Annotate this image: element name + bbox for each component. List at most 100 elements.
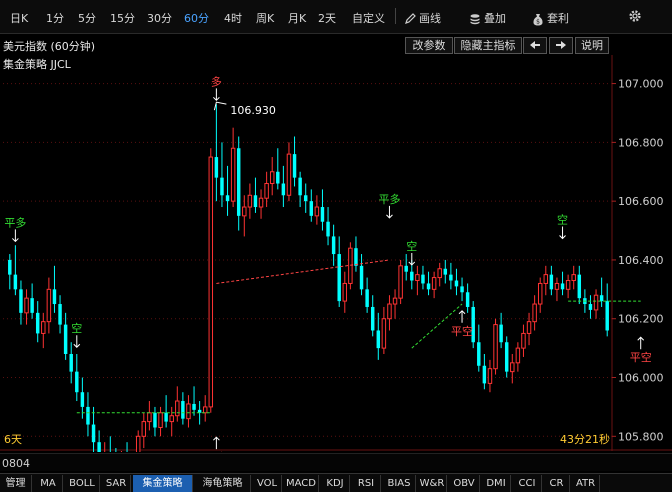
svg-text:$: $ [536, 18, 540, 25]
candle-body [135, 435, 141, 452]
candle-body [565, 280, 571, 290]
scroll-left-button[interactable] [523, 37, 547, 54]
candle-body [247, 194, 253, 208]
signal-arrow-down [386, 205, 393, 219]
candle-body [286, 153, 292, 196]
tab-4[interactable]: 集金策略 [133, 475, 193, 492]
candle-body [52, 289, 57, 305]
candle-body [175, 400, 180, 417]
range-label: 6天 [4, 433, 22, 446]
arbitrage-button[interactable]: $ 套利 [532, 10, 569, 26]
tab-10[interactable]: BIAS [383, 475, 416, 492]
candle-body [46, 288, 52, 323]
period-4hour[interactable]: 4时 [224, 10, 242, 26]
period-day-k[interactable]: 日K [10, 10, 28, 26]
signal-label: 平空 [451, 324, 473, 338]
y-tick-label: 106.400 [618, 254, 664, 267]
tab-0[interactable]: 管理 [0, 475, 32, 492]
tab-3[interactable]: SAR [102, 475, 131, 492]
candle-body [230, 147, 236, 202]
tab-9[interactable]: RSI [352, 475, 381, 492]
candle-body [342, 282, 348, 302]
candle-body [24, 297, 29, 314]
candle-body [192, 403, 196, 410]
tab-8[interactable]: KDJ [321, 475, 350, 492]
period-5min[interactable]: 5分 [78, 10, 96, 26]
hide-main-indicator-button[interactable]: 隐藏主指标 [454, 37, 522, 54]
candle-body [337, 254, 341, 302]
candle-body [421, 274, 425, 284]
candle-body [309, 201, 314, 216]
candle-body [13, 274, 18, 290]
candle-body [97, 442, 101, 452]
candle-body [449, 274, 453, 281]
tab-2[interactable]: BOLL [65, 475, 100, 492]
candle-body [281, 183, 286, 196]
tab-12[interactable]: OBV [449, 475, 480, 492]
database-icon [470, 14, 480, 25]
draw-line-label: 画线 [419, 12, 441, 25]
candle-body [549, 274, 554, 290]
tab-15[interactable]: CR [544, 475, 570, 492]
tab-16[interactable]: ATR [572, 475, 600, 492]
period-30min[interactable]: 30分 [147, 10, 172, 26]
signal-arrow-up [458, 310, 466, 323]
candle-body [599, 295, 604, 302]
period-1min[interactable]: 1分 [46, 10, 64, 26]
candle-body [532, 303, 537, 323]
tab-11[interactable]: W&R [418, 475, 447, 492]
tab-1[interactable]: MA [34, 475, 63, 492]
candle-body [303, 195, 308, 202]
candle-body [426, 283, 431, 290]
candle-body [158, 412, 163, 428]
settings-button[interactable] [628, 9, 642, 26]
tab-6[interactable]: VOL [253, 475, 282, 492]
signal-arrow-down [559, 226, 566, 240]
candle-body [392, 297, 398, 305]
signal-arrow-down [12, 229, 19, 243]
candle-body [86, 406, 90, 425]
candle-body [147, 412, 152, 423]
gear-icon [629, 10, 641, 22]
candle-body [220, 177, 224, 196]
signal-label: 空 [406, 239, 417, 253]
period-custom[interactable]: 自定义 [352, 10, 385, 26]
status-bar: 0804 [0, 453, 672, 471]
candle-body [69, 354, 73, 372]
help-button[interactable]: 说明 [575, 37, 609, 54]
candle-body [460, 286, 464, 293]
overlay-button[interactable]: 叠加 [469, 10, 506, 26]
draw-line-button[interactable]: 画线 [404, 10, 441, 26]
signal-line [216, 259, 390, 284]
edit-params-button[interactable]: 改参数 [405, 37, 453, 54]
period-60min[interactable]: 60分 [184, 10, 209, 26]
tab-5[interactable]: 海龟策略 [195, 475, 251, 492]
candle-body [164, 412, 168, 422]
candlestick-chart[interactable]: 107.000 106.800 106.600 106.400 106.200 106.0… [0, 55, 672, 452]
period-week-k[interactable]: 周K [256, 10, 274, 26]
high-price-label: 106.930 [230, 104, 276, 117]
candle-body [504, 342, 509, 372]
period-month-k[interactable]: 月K [288, 10, 306, 26]
candle-body [543, 274, 549, 284]
candle-body [153, 412, 157, 428]
tab-7[interactable]: MACD [284, 475, 319, 492]
candle-body [465, 292, 470, 307]
candle-body [63, 324, 68, 354]
candle-body [365, 289, 369, 307]
candle-body [258, 197, 264, 208]
tab-14[interactable]: CCI [513, 475, 542, 492]
signal-label: 多 [211, 74, 222, 88]
tab-13[interactable]: DMI [482, 475, 511, 492]
period-2day[interactable]: 2天 [318, 10, 336, 26]
indicator-tabs: 管理 MA BOLL SAR 集金策略 海龟策略 VOL MACD KDJ RSI BIAS W&R O… [0, 473, 672, 492]
candle-body [236, 148, 241, 216]
scroll-right-button[interactable] [549, 37, 573, 54]
period-15min[interactable]: 15分 [110, 10, 135, 26]
candle-body [253, 195, 258, 208]
candle-body [510, 362, 515, 373]
candle-body [482, 365, 487, 384]
candle-body [493, 324, 498, 370]
candle-body [577, 274, 582, 299]
chart-title: 美元指数 (60分钟) [3, 40, 96, 53]
